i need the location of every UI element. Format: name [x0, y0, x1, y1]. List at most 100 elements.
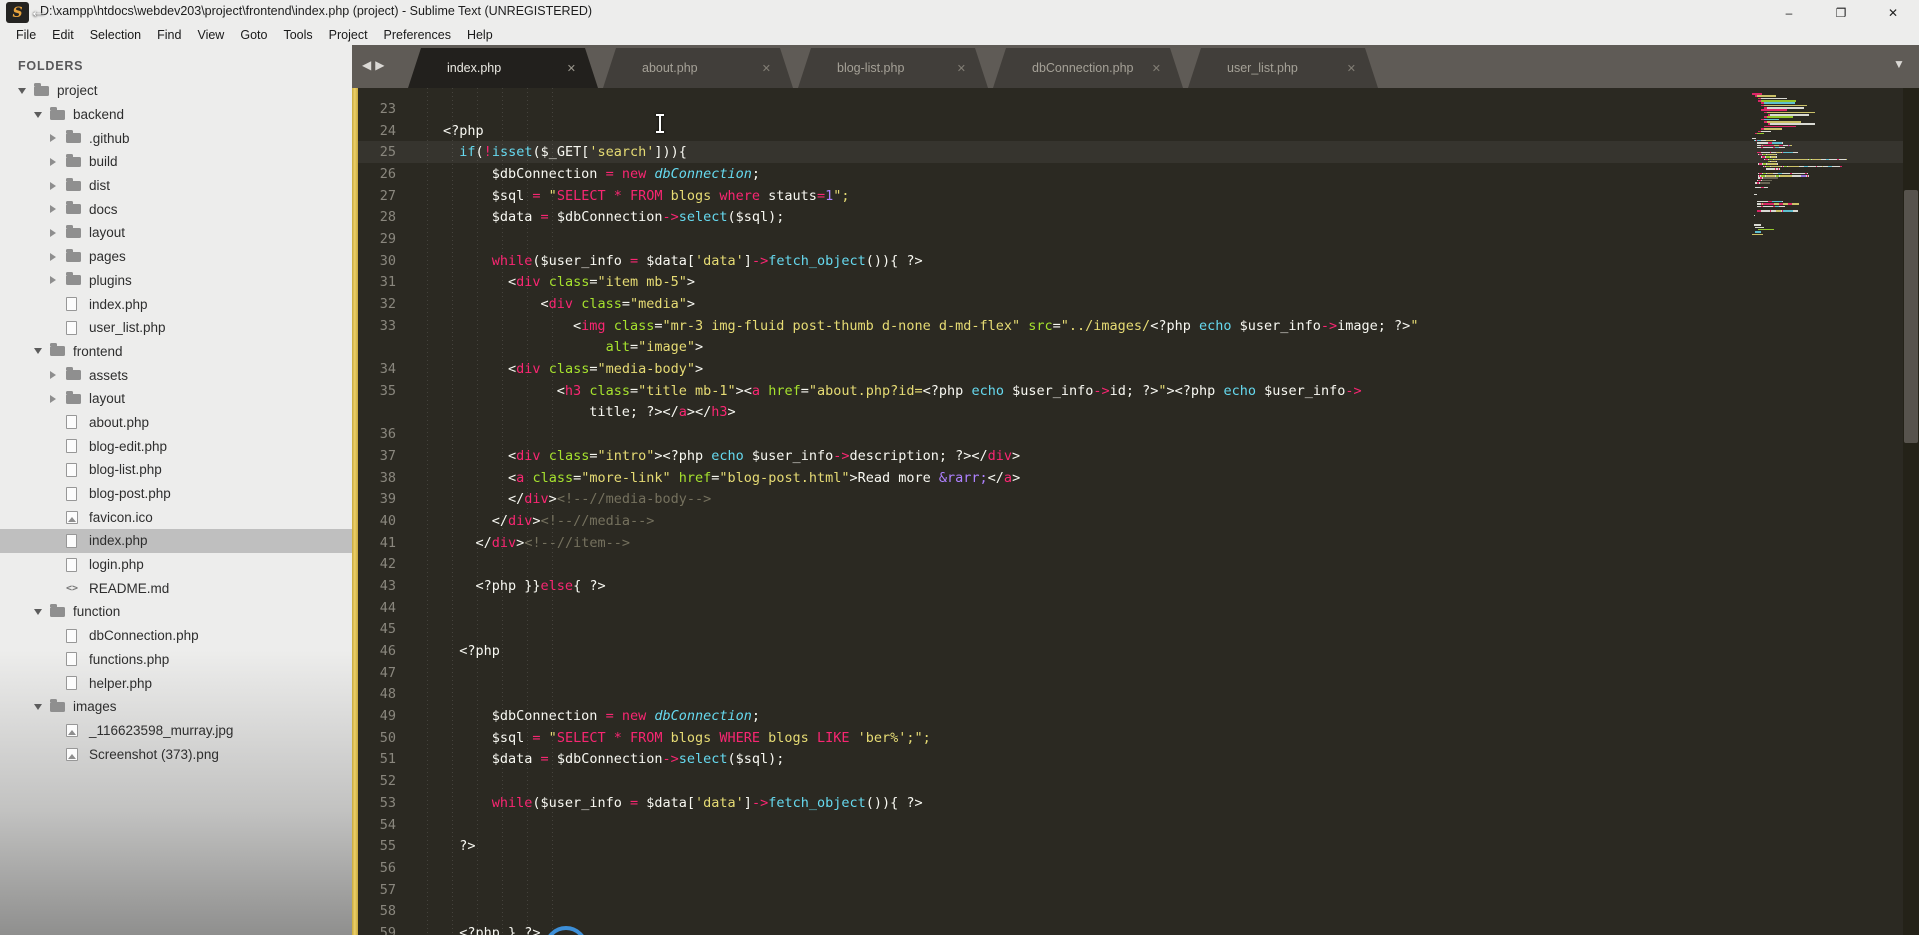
- code-line-37[interactable]: 37 <div class="intro"><?php echo $user_i…: [358, 445, 1919, 467]
- sidebar-folder-docs[interactable]: docs: [0, 197, 352, 221]
- sidebar-folder-project[interactable]: project: [0, 79, 352, 103]
- tab-close-icon[interactable]: ✕: [762, 62, 771, 75]
- sidebar-file-functions.php[interactable]: functions.php: [0, 648, 352, 672]
- collapsed-arrow-icon[interactable]: [50, 394, 66, 403]
- sidebar-folder-images[interactable]: images: [0, 695, 352, 719]
- menu-item-tools[interactable]: Tools: [275, 26, 320, 44]
- sidebar-file-readme.md[interactable]: <> README.md: [0, 576, 352, 600]
- tab-index.php[interactable]: index.php ✕: [408, 48, 598, 88]
- sidebar-folder-frontend[interactable]: frontend: [0, 340, 352, 364]
- tab-dbConnection.php[interactable]: dbConnection.php ✕: [993, 48, 1183, 88]
- menu-item-selection[interactable]: Selection: [82, 26, 149, 44]
- collapsed-arrow-icon[interactable]: [50, 371, 66, 380]
- tab-close-icon[interactable]: ✕: [567, 62, 576, 75]
- menu-item-project[interactable]: Project: [321, 26, 376, 44]
- sidebar-file-screenshot (373).png[interactable]: Screenshot (373).png: [0, 742, 352, 766]
- code-line-58[interactable]: 58: [358, 900, 1919, 922]
- sidebar-file-_116623598_murray.jpg[interactable]: _116623598_murray.jpg: [0, 719, 352, 743]
- code-line-55[interactable]: 55 ?>: [358, 835, 1919, 857]
- tab-overflow-menu-icon[interactable]: ▼: [1893, 57, 1905, 71]
- collapsed-arrow-icon[interactable]: [50, 134, 66, 143]
- restore-button[interactable]: ❐: [1815, 0, 1867, 25]
- sidebar-folder-assets[interactable]: assets: [0, 363, 352, 387]
- code-line-47[interactable]: 47: [358, 662, 1919, 684]
- sidebar-folder-plugins[interactable]: plugins: [0, 269, 352, 293]
- sidebar-file-favicon.ico[interactable]: favicon.ico: [0, 505, 352, 529]
- code-line-53[interactable]: 53 while($user_info = $data['data']->fet…: [358, 792, 1919, 814]
- close-button[interactable]: ✕: [1867, 0, 1919, 25]
- code-line-30[interactable]: 30 while($user_info = $data['data']->fet…: [358, 250, 1919, 272]
- code-line-57[interactable]: 57: [358, 879, 1919, 901]
- code-line-34[interactable]: 34 <div class="media-body">: [358, 358, 1919, 380]
- code-line-33[interactable]: 33 <img class="mr-3 img-fluid post-thumb…: [358, 315, 1919, 337]
- collapsed-arrow-icon[interactable]: [50, 157, 66, 166]
- tab-close-icon[interactable]: ✕: [1347, 62, 1356, 75]
- tab-user_list.php[interactable]: user_list.php ✕: [1188, 48, 1378, 88]
- sidebar-folder-backend[interactable]: backend: [0, 103, 352, 127]
- code-line-wrap[interactable]: title; ?></a></h3>: [358, 402, 1919, 424]
- code-line-43[interactable]: 43 <?php }}else{ ?>: [358, 575, 1919, 597]
- sidebar-folder-layout[interactable]: layout: [0, 221, 352, 245]
- code-editor[interactable]: 23 24 <?php 25 if(!isset($_GET['search'])){…: [358, 88, 1919, 935]
- menu-item-preferences[interactable]: Preferences: [376, 26, 459, 44]
- sidebar-folder-.github[interactable]: .github: [0, 126, 352, 150]
- code-line-25[interactable]: 25 if(!isset($_GET['search'])){: [358, 141, 1919, 164]
- tab-blog-list.php[interactable]: blog-list.php ✕: [798, 48, 988, 88]
- sidebar-folder-dist[interactable]: dist: [0, 174, 352, 198]
- code-line-49[interactable]: 49 $dbConnection = new dbConnection;: [358, 705, 1919, 727]
- code-line-51[interactable]: 51 $data = $dbConnection->select($sql);: [358, 749, 1919, 771]
- code-line-44[interactable]: 44: [358, 597, 1919, 619]
- sidebar-file-helper.php[interactable]: helper.php: [0, 671, 352, 695]
- sidebar-file-index.php[interactable]: index.php: [0, 529, 352, 553]
- sidebar-file-index.php[interactable]: index.php: [0, 292, 352, 316]
- expanded-arrow-icon[interactable]: [34, 608, 50, 615]
- code-line-31[interactable]: 31 <div class="item mb-5">: [358, 272, 1919, 294]
- code-line-28[interactable]: 28 $data = $dbConnection->select($sql);: [358, 206, 1919, 228]
- sidebar-folder-function[interactable]: function: [0, 600, 352, 624]
- sidebar-folder-layout[interactable]: layout: [0, 387, 352, 411]
- menu-item-help[interactable]: Help: [459, 26, 501, 44]
- code-line-38[interactable]: 38 <a class="more-link" href="blog-post.…: [358, 467, 1919, 489]
- code-line-26[interactable]: 26 $dbConnection = new dbConnection;: [358, 163, 1919, 185]
- sidebar-file-blog-edit.php[interactable]: blog-edit.php: [0, 434, 352, 458]
- menu-item-view[interactable]: View: [189, 26, 232, 44]
- code-line-41[interactable]: 41 </div><!--//item-->: [358, 532, 1919, 554]
- sidebar-file-dbconnection.php[interactable]: dbConnection.php: [0, 624, 352, 648]
- tab-scroll-left-icon[interactable]: ◀: [362, 58, 371, 72]
- menu-item-find[interactable]: Find: [149, 26, 189, 44]
- expanded-arrow-icon[interactable]: [34, 111, 50, 118]
- folders-sidebar[interactable]: FOLDERS project backend .github build dist do…: [0, 45, 352, 935]
- code-line-wrap[interactable]: alt="image">: [358, 337, 1919, 359]
- tab-scroll-right-icon[interactable]: ▶: [375, 58, 384, 72]
- code-line-56[interactable]: 56: [358, 857, 1919, 879]
- sidebar-file-blog-post.php[interactable]: blog-post.php: [0, 482, 352, 506]
- code-line-50[interactable]: 50 $sql = "SELECT * FROM blogs WHERE blo…: [358, 727, 1919, 749]
- sidebar-file-user_list.php[interactable]: user_list.php: [0, 316, 352, 340]
- collapsed-arrow-icon[interactable]: [50, 228, 66, 237]
- code-line-35[interactable]: 35 <h3 class="title mb-1"><a href="about…: [358, 380, 1919, 402]
- code-line-32[interactable]: 32 <div class="media">: [358, 293, 1919, 315]
- sidebar-folder-pages[interactable]: pages: [0, 245, 352, 269]
- tab-close-icon[interactable]: ✕: [957, 62, 966, 75]
- menu-item-edit[interactable]: Edit: [44, 26, 82, 44]
- code-line-24[interactable]: 24 <?php: [358, 120, 1919, 142]
- code-line-52[interactable]: 52: [358, 770, 1919, 792]
- collapsed-arrow-icon[interactable]: [50, 252, 66, 261]
- sidebar-file-blog-list.php[interactable]: blog-list.php: [0, 458, 352, 482]
- code-line-27[interactable]: 27 $sql = "SELECT * FROM blogs where sta…: [358, 185, 1919, 207]
- expanded-arrow-icon[interactable]: [34, 703, 50, 710]
- code-line-36[interactable]: 36: [358, 423, 1919, 445]
- menu-item-goto[interactable]: Goto: [232, 26, 275, 44]
- tab-close-icon[interactable]: ✕: [1152, 62, 1161, 75]
- minimap[interactable]: [1752, 93, 1902, 236]
- code-line-59[interactable]: 59 <?php } ?>: [358, 922, 1919, 935]
- code-line-42[interactable]: 42: [358, 553, 1919, 575]
- minimize-button[interactable]: –: [1763, 0, 1815, 25]
- sidebar-folder-build[interactable]: build: [0, 150, 352, 174]
- menu-item-file[interactable]: File: [8, 26, 44, 44]
- tab-about.php[interactable]: about.php ✕: [603, 48, 793, 88]
- collapsed-arrow-icon[interactable]: [50, 181, 66, 190]
- code-line-40[interactable]: 40 </div><!--//media-->: [358, 510, 1919, 532]
- vertical-scrollbar-thumb[interactable]: [1904, 190, 1918, 443]
- code-line-46[interactable]: 46 <?php: [358, 640, 1919, 662]
